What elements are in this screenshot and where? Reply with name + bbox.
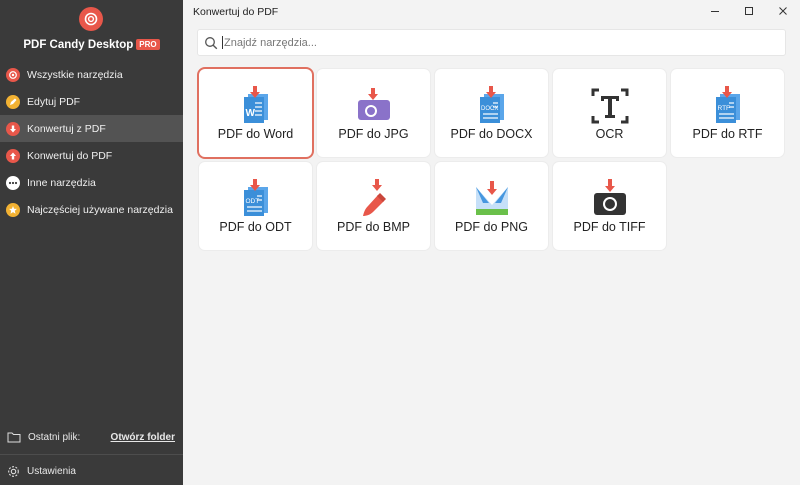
sidebar-item-label: Edytuj PDF [27, 95, 81, 108]
tool-label: PDF do JPG [338, 127, 409, 141]
sidebar-item-other-tools[interactable]: Inne narzędzia [0, 169, 183, 196]
minimize-icon [711, 11, 719, 12]
folder-icon [7, 431, 21, 443]
recent-file-row: Ostatni plik: Otwórz folder [0, 430, 183, 444]
minimize-button[interactable] [698, 0, 732, 22]
tool-card-pdf-to-bmp[interactable]: PDF do BMP [317, 162, 430, 250]
sidebar-item-label: Konwertuj do PDF [27, 149, 113, 162]
jpg-image-icon [357, 88, 390, 120]
tool-card-pdf-to-rtf[interactable]: RTF PDF do RTF [671, 69, 784, 157]
app-title-text: PDF Candy Desktop [23, 39, 134, 51]
tool-label: PDF do TIFF [573, 220, 646, 234]
search-input[interactable] [224, 36, 764, 49]
sidebar-item-convert-from-pdf[interactable]: Konwertuj z PDF [0, 115, 183, 142]
search-icon [205, 36, 218, 49]
gear-icon [7, 465, 20, 478]
text-caret [222, 36, 223, 49]
sidebar-divider [0, 454, 183, 455]
tool-label: PDF do RTF [692, 127, 763, 141]
paint-brush-icon [362, 179, 386, 216]
svg-text:RTF: RTF [717, 105, 730, 112]
sidebar-item-label: Inne narzędzia [27, 176, 96, 189]
tool-label: PDF do BMP [337, 220, 410, 234]
window-title: Konwertuj do PDF [193, 6, 279, 18]
pro-badge: PRO [136, 39, 160, 50]
tool-label: PDF do ODT [219, 220, 292, 234]
sidebar-item-most-used[interactable]: Najczęściej używane narzędzia [0, 196, 183, 223]
sidebar-item-label: Konwertuj z PDF [27, 122, 106, 135]
svg-text:DOCX: DOCX [481, 106, 498, 112]
tool-card-pdf-to-odt[interactable]: ODT PDF do ODT [199, 162, 312, 250]
tools-grid: W PDF do Word PDF do JPG DOCX PDF do DOC… [199, 69, 784, 250]
sidebar-item-convert-to-pdf[interactable]: Konwertuj do PDF [0, 142, 183, 169]
tool-card-pdf-to-jpg[interactable]: PDF do JPG [317, 69, 430, 157]
target-icon [6, 67, 20, 82]
docx-file-icon: DOCX [479, 86, 504, 123]
tool-card-pdf-to-png[interactable]: PDF do PNG [435, 162, 548, 250]
close-button[interactable] [766, 0, 800, 22]
search-bar[interactable] [197, 29, 786, 56]
tool-label: PDF do DOCX [450, 127, 533, 141]
star-icon [6, 202, 20, 217]
settings-label: Ustawienia [27, 465, 76, 477]
odt-file-icon: ODT [243, 179, 268, 216]
tool-card-ocr[interactable]: OCR [553, 69, 666, 157]
svg-text:ODT: ODT [245, 198, 259, 205]
app-title: PDF Candy Desktop PRO [0, 39, 183, 51]
png-image-icon [475, 181, 508, 215]
maximize-button[interactable] [732, 0, 766, 22]
settings-button[interactable]: Ustawienia [0, 464, 183, 478]
tool-card-pdf-to-word[interactable]: W PDF do Word [199, 69, 312, 157]
pencil-icon [6, 94, 20, 109]
window-controls [698, 0, 800, 22]
tool-label: OCR [595, 127, 624, 141]
close-icon [779, 7, 787, 15]
tool-label: PDF do Word [217, 127, 294, 141]
word-file-icon: W [243, 86, 268, 123]
tool-card-pdf-to-docx[interactable]: DOCX PDF do DOCX [435, 69, 548, 157]
arrow-down-icon [6, 121, 20, 136]
more-icon [6, 175, 20, 190]
sidebar: PDF Candy Desktop PRO Wszystkie narzędzia… [0, 0, 183, 485]
tool-label: PDF do PNG [455, 220, 528, 234]
recent-file-label: Ostatni plik: [28, 431, 81, 443]
ocr-text-icon [591, 88, 628, 124]
arrow-up-icon [6, 148, 20, 163]
sidebar-item-all-tools[interactable]: Wszystkie narzędzia [0, 61, 183, 88]
main-panel: Konwertuj do PDF W PDF do Word [183, 0, 800, 485]
maximize-icon [745, 7, 753, 15]
sidebar-nav: Wszystkie narzędzia Edytuj PDF Konwertuj… [0, 61, 183, 223]
tool-card-pdf-to-tiff[interactable]: PDF do TIFF [553, 162, 666, 250]
sidebar-item-label: Wszystkie narzędzia [27, 68, 123, 81]
svg-text:W: W [245, 108, 255, 119]
pdf-candy-logo-icon [79, 7, 103, 31]
camera-icon [593, 179, 626, 215]
sidebar-item-edit-pdf[interactable]: Edytuj PDF [0, 88, 183, 115]
rtf-file-icon: RTF [715, 86, 740, 123]
open-folder-link[interactable]: Otwórz folder [111, 432, 175, 443]
sidebar-item-label: Najczęściej używane narzędzia [27, 203, 173, 216]
